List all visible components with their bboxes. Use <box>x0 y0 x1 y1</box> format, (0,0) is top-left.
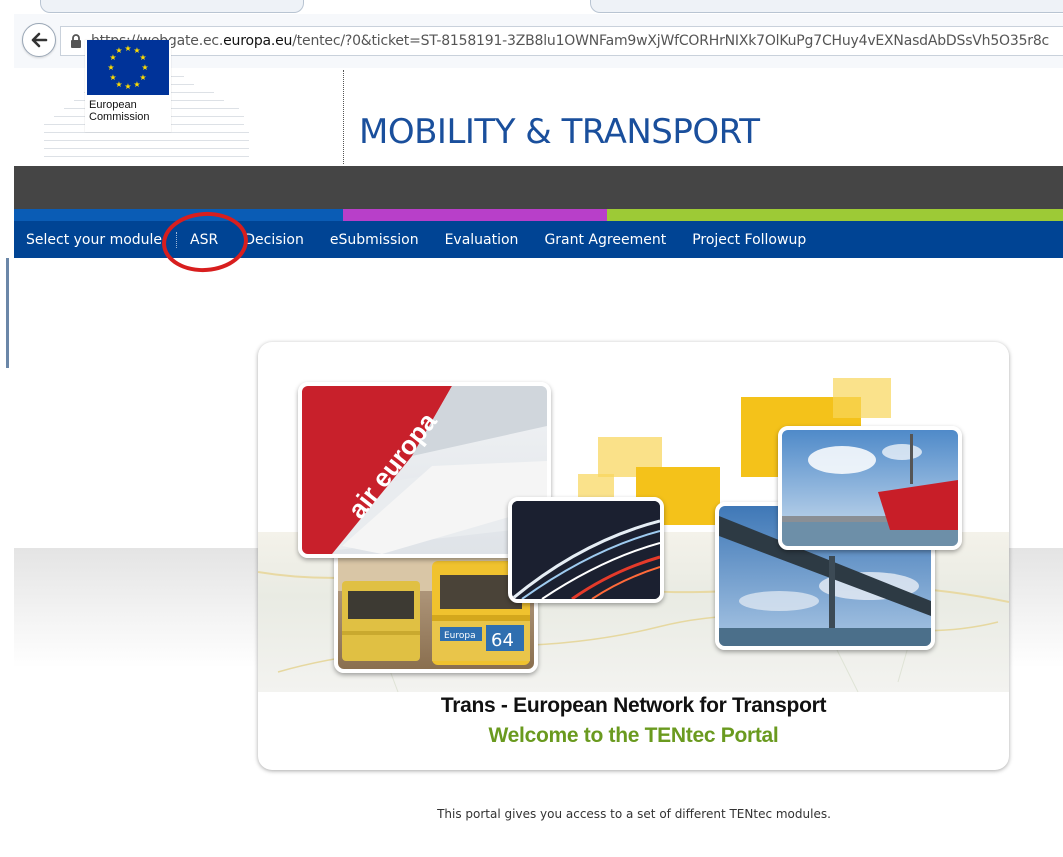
svg-text:★: ★ <box>107 63 114 72</box>
address-bar: https://webgate.ec.europa.eu/tentec/?0&t… <box>14 14 1063 69</box>
svg-text:★: ★ <box>139 53 146 62</box>
header-dark-band <box>14 166 1063 209</box>
back-button[interactable] <box>22 23 56 57</box>
url-field[interactable]: https://webgate.ec.europa.eu/tentec/?0&t… <box>60 26 1063 56</box>
back-arrow-icon <box>31 32 48 48</box>
url-domain: europa.eu <box>223 33 293 49</box>
european-commission-logo[interactable]: ★ ★ ★ ★ ★ ★ ★ ★ ★ ★ ★ ★ European Commission <box>85 40 171 132</box>
tram-sign-text: Europa <box>444 631 476 641</box>
svg-text:★: ★ <box>109 73 116 82</box>
color-line-purple <box>343 209 607 221</box>
intro-text: This portal gives you access to a set of… <box>437 807 831 821</box>
browser-tabstrip <box>0 0 1063 14</box>
svg-text:★: ★ <box>124 44 131 53</box>
nav-item-project-followup[interactable]: Project Followup <box>679 232 819 248</box>
lock-icon <box>67 32 85 50</box>
banner-title: Trans - European Network for Transport <box>440 694 827 717</box>
ship-photo <box>778 426 962 550</box>
eu-flag: ★ ★ ★ ★ ★ ★ ★ ★ ★ ★ ★ ★ <box>87 40 169 95</box>
site-title[interactable]: MOBILITY & TRANSPORT <box>359 112 760 152</box>
nav-item-evaluation[interactable]: Evaluation <box>432 232 532 248</box>
nav-item-decision[interactable]: Decision <box>231 232 317 248</box>
nav-item-asr[interactable]: ASR <box>177 232 231 248</box>
color-line-green <box>607 209 1063 221</box>
browser-tab[interactable] <box>40 0 304 13</box>
tram-number: 64 <box>491 630 514 651</box>
eu-stars-icon: ★ ★★ ★★★ ★★★ ★★★ <box>107 44 148 91</box>
module-nav: Select your module ASR Decision eSubmiss… <box>14 221 1063 258</box>
svg-text:★: ★ <box>115 46 122 55</box>
logo-text: European Commission <box>89 99 150 123</box>
svg-text:★: ★ <box>141 63 148 72</box>
nav-item-esubmission[interactable]: eSubmission <box>317 232 432 248</box>
window-edge <box>0 0 10 857</box>
tram-photo-graphic: Europa 64 <box>338 551 534 665</box>
url-path: /tentec/?0&ticket=ST-8158191-3ZB8lu1OWNF… <box>292 33 1050 49</box>
yellow-square <box>833 378 891 418</box>
window-edge-accent <box>6 258 9 368</box>
nav-item-grant-agreement[interactable]: Grant Agreement <box>531 232 679 248</box>
logo-line2: Commission <box>89 111 150 123</box>
browser-tab-active[interactable] <box>590 0 1063 13</box>
ship-graphic <box>782 434 958 546</box>
color-line-blue <box>14 209 343 221</box>
svg-text:★: ★ <box>124 82 131 91</box>
url-text: https://webgate.ec.europa.eu/tentec/?0&t… <box>91 33 1049 49</box>
header-divider <box>343 70 344 164</box>
highway-photo <box>508 497 664 603</box>
highway-graphic <box>512 501 660 599</box>
welcome-banner: Europa 64 air europa Trans - European Ne… <box>258 342 1009 770</box>
logo-line1: European <box>89 99 137 111</box>
svg-text:★: ★ <box>133 80 140 89</box>
nav-select-module: Select your module <box>14 231 178 248</box>
banner-subtitle: Welcome to the TENtec Portal <box>488 724 779 747</box>
